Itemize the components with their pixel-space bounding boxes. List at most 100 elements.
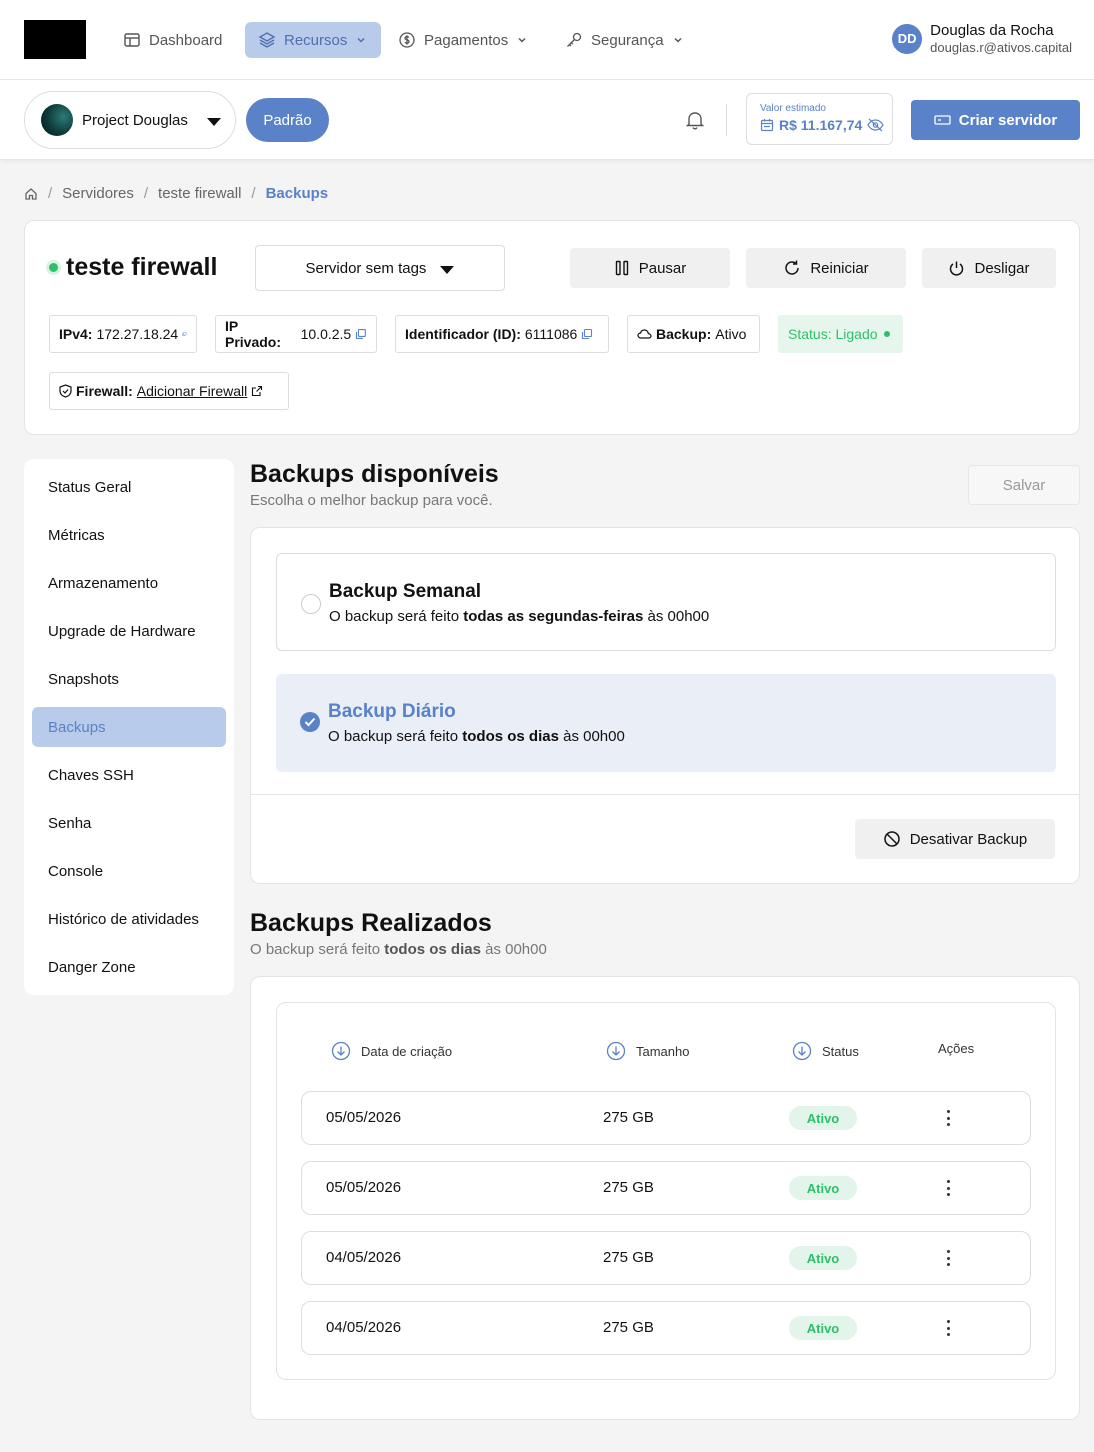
ipv4-label: IPv4: bbox=[59, 326, 93, 342]
radio-unchecked[interactable] bbox=[301, 594, 321, 614]
sort-down-icon[interactable] bbox=[331, 1041, 351, 1061]
disable-backup-label: Desativar Backup bbox=[909, 830, 1028, 848]
more-vertical-icon[interactable] bbox=[942, 1248, 954, 1268]
bell-icon[interactable] bbox=[684, 109, 706, 131]
chevron-down-icon bbox=[674, 37, 682, 43]
shutdown-button[interactable]: Desligar bbox=[922, 248, 1056, 288]
nav-seguranca[interactable]: Segurança bbox=[552, 22, 697, 58]
status-dot bbox=[883, 331, 890, 337]
private-ip-label: IP Privado: bbox=[225, 318, 282, 350]
project-badge[interactable]: Padrão bbox=[246, 98, 329, 142]
server-side-menu: Status Geral Métricas Armazenamento Upgr… bbox=[24, 459, 234, 995]
column-header-size[interactable]: Tamanho bbox=[606, 1041, 689, 1061]
home-icon[interactable] bbox=[24, 187, 38, 201]
layout-icon bbox=[124, 33, 140, 47]
refresh-icon bbox=[785, 260, 800, 275]
chevron-down-icon bbox=[357, 37, 365, 43]
online-indicator bbox=[49, 263, 58, 272]
cell-size: 275 GB bbox=[603, 1109, 654, 1126]
copy-icon[interactable] bbox=[182, 328, 187, 340]
more-vertical-icon[interactable] bbox=[942, 1318, 954, 1338]
breadcrumb-server[interactable]: teste firewall bbox=[158, 185, 241, 202]
backup-option-daily[interactable]: Backup Diário O backup será feito todos … bbox=[276, 674, 1056, 772]
menu-snapshots[interactable]: Snapshots bbox=[32, 659, 226, 699]
estimate-label: Valor estimado bbox=[760, 103, 826, 114]
nav-label: Pagamentos bbox=[424, 31, 509, 49]
private-ip-value: 10.0.2.5 bbox=[300, 326, 352, 342]
menu-backups[interactable]: Backups bbox=[32, 707, 226, 747]
backup-option-weekly[interactable]: Backup Semanal O backup será feito todas… bbox=[276, 553, 1056, 651]
firewall-label: Firewall: bbox=[76, 383, 133, 399]
backup-value: Ativo bbox=[715, 326, 747, 342]
save-button[interactable]: Salvar bbox=[968, 465, 1080, 505]
backup-label: Backup: bbox=[656, 326, 712, 342]
tags-dropdown[interactable]: Servidor sem tags bbox=[255, 245, 505, 291]
project-avatar bbox=[41, 104, 73, 136]
ban-icon bbox=[883, 831, 900, 847]
more-vertical-icon[interactable] bbox=[942, 1108, 954, 1128]
cell-size: 275 GB bbox=[603, 1249, 654, 1266]
user-menu[interactable]: DD Douglas da Rocha douglas.r@ativos.cap… bbox=[892, 22, 1072, 55]
menu-status-geral[interactable]: Status Geral bbox=[32, 467, 226, 507]
add-firewall-link[interactable]: Adicionar Firewall bbox=[137, 383, 247, 399]
private-ip-chip: IP Privado: 10.0.2.5 bbox=[215, 315, 377, 353]
backups-table: Data de criação Tamanho Status Ações 05/… bbox=[276, 1002, 1056, 1380]
copy-icon[interactable] bbox=[355, 328, 367, 340]
breadcrumb: / Servidores / teste firewall / Backups bbox=[24, 185, 328, 202]
breadcrumb-current: Backups bbox=[265, 185, 329, 202]
caret-down-icon bbox=[440, 265, 455, 274]
menu-console[interactable]: Console bbox=[32, 851, 226, 891]
menu-upgrade-hardware[interactable]: Upgrade de Hardware bbox=[32, 611, 226, 651]
sort-down-icon[interactable] bbox=[792, 1041, 812, 1061]
menu-senha[interactable]: Senha bbox=[32, 803, 226, 843]
more-vertical-icon[interactable] bbox=[942, 1178, 954, 1198]
cell-size: 275 GB bbox=[603, 1179, 654, 1196]
estimate-value: R$ 11.167,74 bbox=[779, 117, 863, 133]
create-server-button[interactable]: Criar servidor bbox=[911, 100, 1080, 140]
menu-chaves-ssh[interactable]: Chaves SSH bbox=[32, 755, 226, 795]
brand-logo[interactable] bbox=[24, 20, 86, 59]
menu-historico[interactable]: Histórico de atividades bbox=[32, 899, 226, 939]
server-icon bbox=[934, 115, 951, 125]
menu-armazenamento[interactable]: Armazenamento bbox=[32, 563, 226, 603]
project-selector[interactable]: Project Douglas bbox=[24, 91, 236, 149]
id-label: Identificador (ID): bbox=[405, 326, 521, 342]
eye-off-icon[interactable] bbox=[867, 118, 884, 132]
column-header-status[interactable]: Status bbox=[792, 1041, 859, 1061]
status-badge: Ativo bbox=[789, 1106, 857, 1130]
divider bbox=[726, 104, 727, 136]
breadcrumb-servidores[interactable]: Servidores bbox=[62, 185, 134, 202]
breadcrumb-separator: / bbox=[143, 185, 149, 202]
divider bbox=[251, 794, 1079, 795]
copy-icon[interactable] bbox=[581, 328, 593, 340]
user-name: Douglas da Rocha bbox=[930, 22, 1054, 39]
external-link-icon[interactable] bbox=[251, 385, 263, 397]
nav-pagamentos[interactable]: Pagamentos bbox=[385, 22, 541, 58]
option-description: O backup será feito todos os dias às 00h… bbox=[328, 728, 625, 745]
sort-down-icon[interactable] bbox=[606, 1041, 626, 1061]
cell-date: 04/05/2026 bbox=[326, 1249, 402, 1266]
restart-button[interactable]: Reiniciar bbox=[746, 248, 906, 288]
pause-button[interactable]: Pausar bbox=[570, 248, 730, 288]
create-server-label: Criar servidor bbox=[958, 111, 1058, 129]
tags-label: Servidor sem tags bbox=[305, 259, 427, 277]
menu-danger-zone[interactable]: Danger Zone bbox=[32, 947, 226, 987]
status-badge: Ativo bbox=[789, 1176, 857, 1200]
table-row: 04/05/2026 275 GB Ativo bbox=[301, 1301, 1031, 1355]
nav-recursos[interactable]: Recursos bbox=[245, 22, 381, 58]
section-title: Backups disponíveis bbox=[250, 460, 499, 488]
section-subtitle: Escolha o melhor backup para você. bbox=[250, 492, 493, 509]
disable-backup-button[interactable]: Desativar Backup bbox=[855, 819, 1055, 859]
cell-size: 275 GB bbox=[603, 1319, 654, 1336]
server-card: teste firewall Servidor sem tags Pausar … bbox=[24, 220, 1080, 435]
nav-label: Segurança bbox=[591, 31, 664, 49]
nav-label: Dashboard bbox=[149, 31, 223, 49]
nav-dashboard[interactable]: Dashboard bbox=[110, 22, 235, 58]
nav-label: Recursos bbox=[284, 31, 348, 49]
dollar-icon bbox=[399, 32, 415, 48]
column-header-date[interactable]: Data de criação bbox=[331, 1041, 452, 1061]
restart-label: Reiniciar bbox=[810, 259, 869, 277]
backup-chip: Backup: Ativo bbox=[627, 315, 760, 353]
radio-checked-icon[interactable] bbox=[300, 712, 320, 732]
menu-metricas[interactable]: Métricas bbox=[32, 515, 226, 555]
